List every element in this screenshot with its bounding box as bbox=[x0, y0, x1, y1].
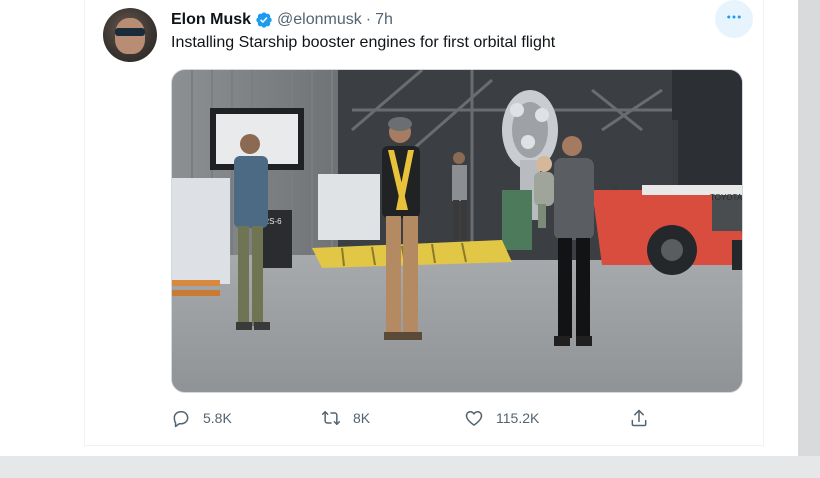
avatar-glasses bbox=[115, 28, 145, 36]
like-count: 115.2K bbox=[496, 410, 540, 426]
bottom-band bbox=[0, 456, 820, 478]
share-button[interactable] bbox=[629, 404, 649, 432]
like-icon bbox=[464, 408, 484, 428]
more-horizontal-icon bbox=[725, 8, 743, 31]
verified-badge-icon bbox=[255, 11, 273, 29]
tweet-text: Installing Starship booster engines for … bbox=[171, 34, 556, 51]
right-rail bbox=[798, 0, 820, 456]
retweet-count: 8K bbox=[353, 410, 371, 426]
header-separator: · bbox=[365, 11, 372, 28]
more-button[interactable] bbox=[715, 0, 753, 38]
tweet-action-bar: 5.8K 8K 115.2K bbox=[171, 404, 743, 432]
avatar-face bbox=[115, 18, 145, 54]
tweet-timestamp[interactable]: 7h bbox=[375, 11, 393, 29]
user-handle[interactable]: @elonmusk bbox=[277, 11, 362, 29]
reply-count: 5.8K bbox=[203, 410, 232, 426]
share-icon bbox=[629, 408, 649, 428]
retweet-icon bbox=[321, 408, 341, 428]
tweet-media-image[interactable]: PRS-6 TOYOTA bbox=[171, 69, 743, 393]
tweet-header: Elon Musk @elonmusk · 7h bbox=[171, 9, 393, 31]
display-name[interactable]: Elon Musk bbox=[171, 11, 251, 29]
tweet-card[interactable]: Elon Musk @elonmusk · 7h Installing Star… bbox=[84, 0, 764, 446]
like-button[interactable]: 115.2K bbox=[464, 404, 539, 432]
reply-icon bbox=[171, 408, 191, 428]
forklift-label: TOYOTA bbox=[710, 193, 743, 202]
reply-button[interactable]: 5.8K bbox=[171, 404, 232, 432]
avatar[interactable] bbox=[103, 8, 157, 62]
retweet-button[interactable]: 8K bbox=[321, 404, 370, 432]
